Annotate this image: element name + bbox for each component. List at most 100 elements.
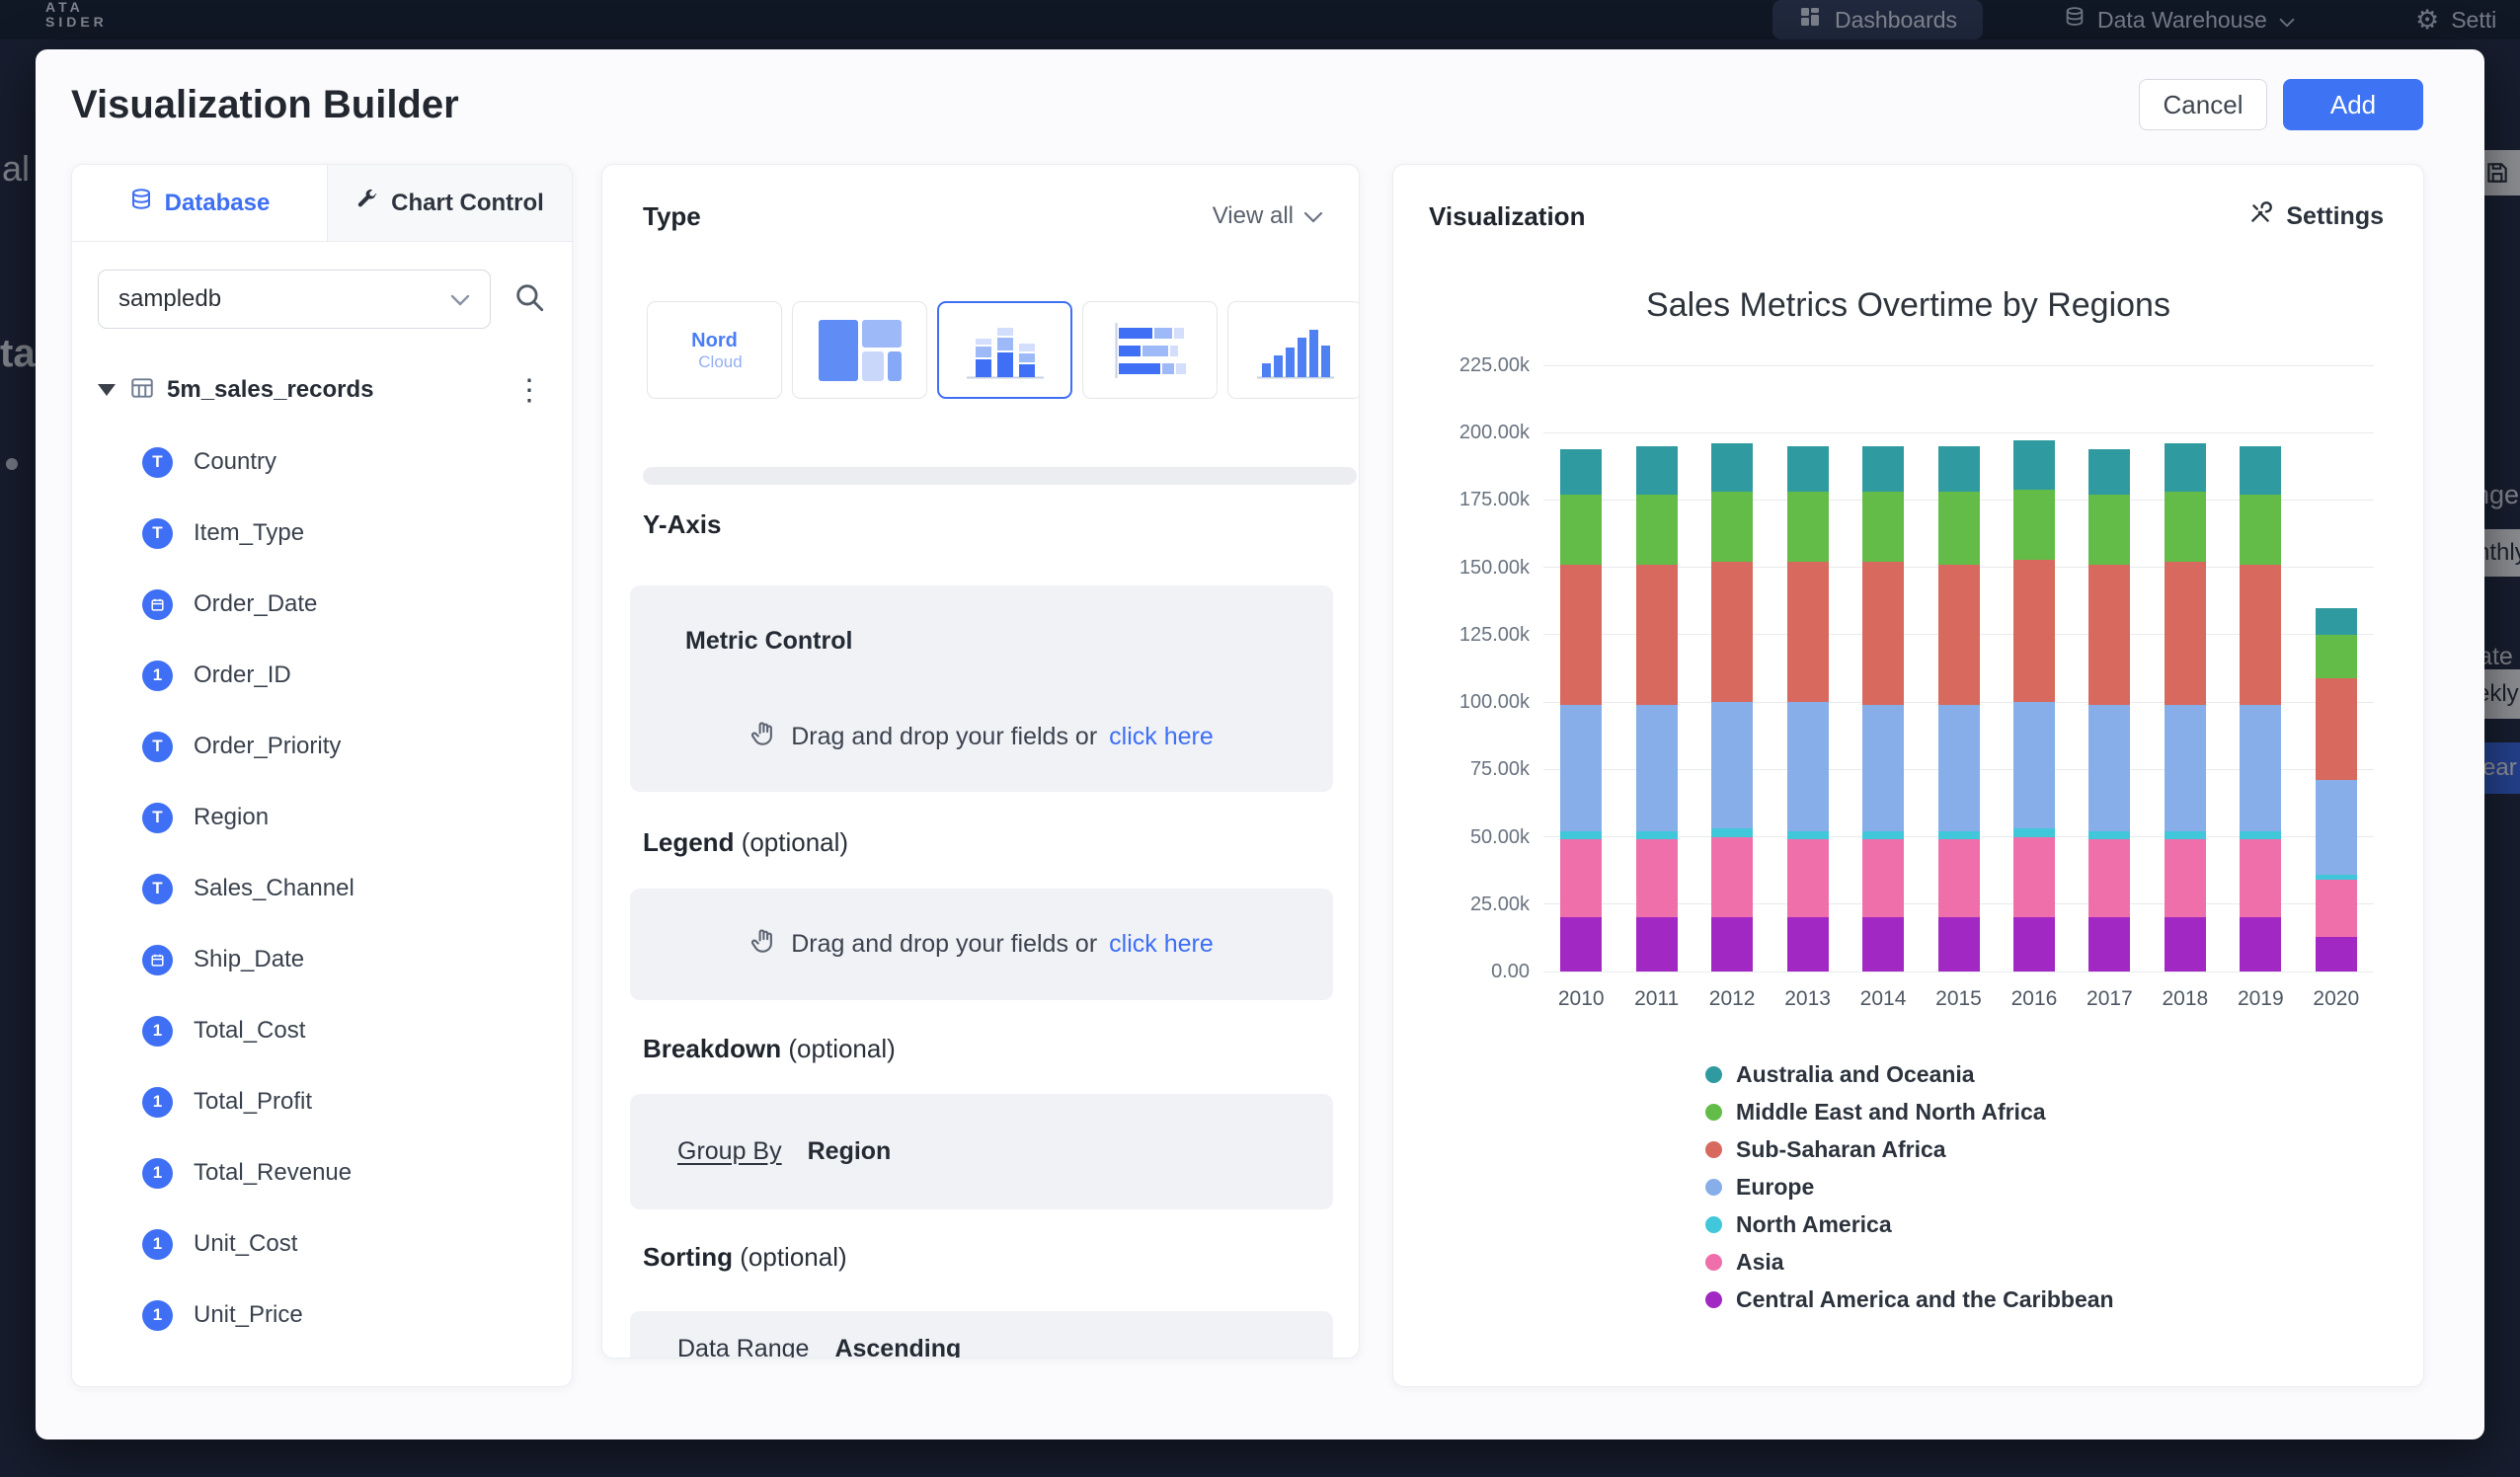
bar-segment[interactable] <box>1862 917 1904 972</box>
legend-item[interactable]: Europe <box>1705 1168 2114 1205</box>
bar-segment[interactable] <box>1560 449 1602 495</box>
bar-segment[interactable] <box>1862 705 1904 831</box>
bar-segment[interactable] <box>2088 705 2130 831</box>
group-by-value[interactable]: Region <box>808 1137 892 1166</box>
bar-segment[interactable] <box>1938 565 1980 705</box>
metric-click-here-link[interactable]: click here <box>1109 723 1214 751</box>
bar-2014[interactable] <box>1862 446 1904 972</box>
bar-segment[interactable] <box>1560 705 1602 831</box>
bar-segment[interactable] <box>1560 917 1602 972</box>
field-item-unit_cost[interactable]: 1Unit_Cost <box>142 1208 562 1280</box>
bar-segment[interactable] <box>2013 917 2055 972</box>
bar-segment[interactable] <box>1787 839 1829 917</box>
field-item-item_type[interactable]: TItem_Type <box>142 498 562 569</box>
field-item-order_priority[interactable]: TOrder_Priority <box>142 711 562 782</box>
sorting-value[interactable]: Ascending <box>834 1335 961 1359</box>
field-item-sales_channel[interactable]: TSales_Channel <box>142 853 562 924</box>
bar-segment[interactable] <box>2316 608 2357 635</box>
legend-item[interactable]: Sub-Saharan Africa <box>1705 1130 2114 1168</box>
field-item-ship_date[interactable]: Ship_Date <box>142 924 562 995</box>
bar-segment[interactable] <box>2013 828 2055 836</box>
chart-type-column[interactable] <box>1227 301 1359 399</box>
bar-segment[interactable] <box>1560 839 1602 917</box>
bar-segment[interactable] <box>2088 495 2130 565</box>
bar-segment[interactable] <box>2165 705 2206 831</box>
bar-segment[interactable] <box>2088 831 2130 839</box>
field-item-unit_price[interactable]: 1Unit_Price <box>142 1280 562 1351</box>
bar-segment[interactable] <box>1938 446 1980 492</box>
bar-segment[interactable] <box>1711 702 1753 828</box>
table-tree-item[interactable]: 5m_sales_records ⋮ <box>98 368 554 412</box>
bar-segment[interactable] <box>1711 492 1753 562</box>
bar-segment[interactable] <box>2240 831 2281 839</box>
chart-type-wordcloud[interactable]: Nord Cloud <box>647 301 782 399</box>
bar-segment[interactable] <box>2316 635 2357 678</box>
kebab-menu-icon[interactable]: ⋮ <box>505 373 554 408</box>
bar-segment[interactable] <box>1938 839 1980 917</box>
bar-segment[interactable] <box>2240 446 2281 495</box>
bar-segment[interactable] <box>2240 917 2281 972</box>
chart-type-treemap[interactable] <box>792 301 927 399</box>
bar-segment[interactable] <box>1636 917 1678 972</box>
bar-segment[interactable] <box>1862 446 1904 492</box>
bar-segment[interactable] <box>2240 839 2281 917</box>
bar-segment[interactable] <box>1711 828 1753 836</box>
bar-segment[interactable] <box>2013 440 2055 489</box>
field-item-total_cost[interactable]: 1Total_Cost <box>142 995 562 1066</box>
bar-segment[interactable] <box>2088 839 2130 917</box>
bar-segment[interactable] <box>1862 562 1904 705</box>
bar-segment[interactable] <box>1787 562 1829 702</box>
bar-segment[interactable] <box>2165 492 2206 562</box>
bar-segment[interactable] <box>1938 705 1980 831</box>
bar-segment[interactable] <box>1862 839 1904 917</box>
bar-segment[interactable] <box>2165 839 2206 917</box>
bar-segment[interactable] <box>1560 831 1602 839</box>
bar-segment[interactable] <box>1636 446 1678 495</box>
chart-type-stacked-column[interactable] <box>937 301 1072 399</box>
bar-segment[interactable] <box>2240 495 2281 565</box>
bar-segment[interactable] <box>1787 446 1829 492</box>
bar-segment[interactable] <box>2165 831 2206 839</box>
bar-segment[interactable] <box>2165 917 2206 972</box>
field-item-region[interactable]: TRegion <box>142 782 562 853</box>
bar-2017[interactable] <box>2088 449 2130 972</box>
bar-segment[interactable] <box>1787 492 1829 562</box>
tab-chart-control[interactable]: Chart Control <box>327 165 572 241</box>
bar-segment[interactable] <box>1636 495 1678 565</box>
bar-segment[interactable] <box>1938 831 1980 839</box>
bar-segment[interactable] <box>1636 565 1678 705</box>
bar-segment[interactable] <box>1560 565 1602 705</box>
field-item-order_id[interactable]: 1Order_ID <box>142 640 562 711</box>
bar-segment[interactable] <box>1787 831 1829 839</box>
bar-2018[interactable] <box>2165 443 2206 972</box>
caret-down-icon[interactable] <box>98 384 116 396</box>
cancel-button[interactable]: Cancel <box>2139 79 2267 130</box>
bar-segment[interactable] <box>1711 917 1753 972</box>
tab-database[interactable]: Database <box>72 165 327 241</box>
bar-segment[interactable] <box>2013 490 2055 560</box>
add-button[interactable]: Add <box>2283 79 2423 130</box>
bar-2019[interactable] <box>2240 446 2281 972</box>
bar-segment[interactable] <box>2088 565 2130 705</box>
bar-2010[interactable] <box>1560 449 1602 972</box>
bar-segment[interactable] <box>1636 705 1678 831</box>
bar-segment[interactable] <box>1862 492 1904 562</box>
bar-segment[interactable] <box>2013 560 2055 703</box>
bar-2013[interactable] <box>1787 446 1829 972</box>
bar-segment[interactable] <box>1938 917 1980 972</box>
search-icon[interactable] <box>512 280 546 319</box>
bar-segment[interactable] <box>2316 880 2357 936</box>
bar-segment[interactable] <box>1560 495 1602 565</box>
legend-item[interactable]: Australia and Oceania <box>1705 1055 2114 1093</box>
bar-segment[interactable] <box>2165 562 2206 705</box>
bar-segment[interactable] <box>1711 443 1753 492</box>
legend-dropzone[interactable]: Drag and drop your fields or click here <box>630 889 1333 1000</box>
bar-segment[interactable] <box>2316 678 2357 781</box>
bar-segment[interactable] <box>2240 565 2281 705</box>
bar-segment[interactable] <box>2013 837 2055 918</box>
bar-segment[interactable] <box>1938 492 1980 565</box>
field-item-total_profit[interactable]: 1Total_Profit <box>142 1066 562 1137</box>
bar-segment[interactable] <box>1711 837 1753 918</box>
field-item-total_revenue[interactable]: 1Total_Revenue <box>142 1137 562 1208</box>
field-item-country[interactable]: TCountry <box>142 427 562 498</box>
